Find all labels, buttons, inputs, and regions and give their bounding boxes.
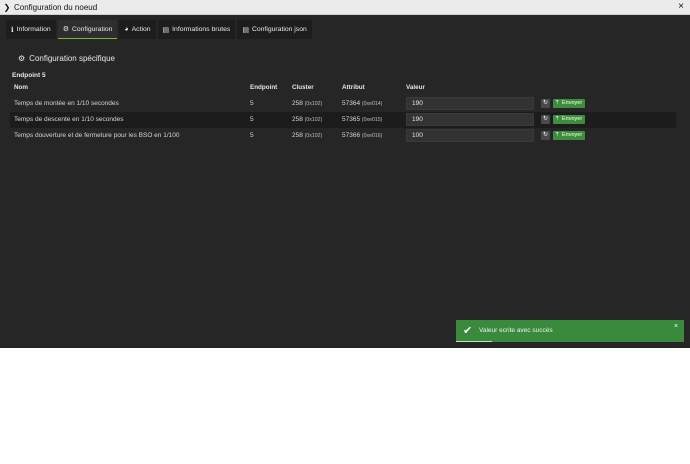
row-nom: Temps de descente en 1/10 secondes <box>14 116 124 123</box>
header-cluster: Cluster <box>292 84 314 91</box>
config-dialog: ❯ Configuration du noeud × ℹ Information… <box>0 0 690 348</box>
cluster-value: 258 <box>292 116 303 123</box>
dialog-title: Configuration du noeud <box>14 2 98 12</box>
check-icon: ✔ <box>463 325 473 337</box>
list-icon: ▤ <box>162 26 170 34</box>
send-button[interactable]: ⤒ Envoyer <box>553 131 586 140</box>
close-icon[interactable]: × <box>678 1 684 12</box>
row-endpoint: 5 <box>250 100 254 107</box>
upload-icon: ⤒ <box>556 116 559 122</box>
chevron-right-icon[interactable]: ❯ <box>3 3 11 12</box>
toast-message: Valeur ecrite avec succès <box>479 327 553 334</box>
section-title-text: Configuration spécifique <box>29 54 116 63</box>
tab-configuration-json[interactable]: ▤ Configuration json <box>237 20 312 39</box>
send-button[interactable]: ⤒ Envoyer <box>553 115 586 124</box>
tab-label: Informations brutes <box>172 26 231 33</box>
valeur-input[interactable]: 190 <box>406 113 534 126</box>
header-endpoint: Endpoint <box>250 84 278 91</box>
row-cluster: 258 (0x102) <box>292 132 322 139</box>
header-attribut: Attribut <box>342 84 365 91</box>
row-nom: Temps douverture et de fermeture pour le… <box>14 132 180 139</box>
table-row: Temps de montée en 1/10 secondes 5 258 (… <box>10 96 676 112</box>
row-endpoint: 5 <box>250 116 254 123</box>
info-icon: ℹ <box>11 26 14 34</box>
header-valeur: Valeur <box>406 84 425 91</box>
row-attribut: 57365 (0xe015) <box>342 116 382 123</box>
success-toast: ✔ Valeur ecrite avec succès × <box>456 320 684 342</box>
attribut-hex: (0xe014) <box>361 101 383 107</box>
close-icon[interactable]: × <box>674 323 678 330</box>
tab-action[interactable]: ◕ Action <box>119 20 156 39</box>
cluster-hex: (0x102) <box>304 117 323 123</box>
attribut-hex: (0xe016) <box>361 133 383 139</box>
table-row: Temps douverture et de fermeture pour le… <box>10 128 676 144</box>
cluster-value: 258 <box>292 132 303 139</box>
row-endpoint: 5 <box>250 132 254 139</box>
tab-information[interactable]: ℹ Information <box>6 20 56 39</box>
section-title: ⚙ Configuration spécifique <box>18 54 115 63</box>
refresh-icon: ↻ <box>542 100 549 106</box>
row-nom: Temps de montée en 1/10 secondes <box>14 100 119 107</box>
refresh-icon: ↻ <box>542 132 549 138</box>
refresh-button[interactable]: ↻ <box>541 131 550 140</box>
tab-bar: ℹ Information ⚙ Configuration ◕ Action ▤… <box>6 20 314 39</box>
tab-informations-brutes[interactable]: ▤ Informations brutes <box>157 20 236 39</box>
endpoint-label: Endpoint 5 <box>12 72 46 79</box>
attribut-value: 57365 <box>342 116 361 123</box>
row-attribut: 57364 (0xe014) <box>342 100 382 107</box>
table-row: Temps de descente en 1/10 secondes 5 258… <box>10 112 676 128</box>
tab-configuration[interactable]: ⚙ Configuration <box>57 20 118 39</box>
title-bar: ❯ Configuration du noeud × <box>0 0 690 15</box>
dashboard-icon: ◕ <box>124 26 129 33</box>
tab-label: Information <box>16 26 51 33</box>
gear-icon: ⚙ <box>62 26 69 33</box>
cluster-value: 258 <box>292 100 303 107</box>
list-icon: ▤ <box>242 26 249 34</box>
refresh-icon: ↻ <box>542 116 549 122</box>
send-label: Envoyer <box>561 132 583 138</box>
send-label: Envoyer <box>561 100 583 106</box>
send-label: Envoyer <box>561 116 583 122</box>
upload-icon: ⤒ <box>556 132 559 138</box>
refresh-button[interactable]: ↻ <box>541 99 550 108</box>
attribut-hex: (0xe015) <box>361 117 383 123</box>
upload-icon: ⤒ <box>556 100 559 106</box>
toast-progress <box>456 341 493 342</box>
row-cluster: 258 (0x102) <box>292 100 322 107</box>
cluster-hex: (0x102) <box>304 133 323 139</box>
attribut-value: 57364 <box>342 100 361 107</box>
tab-label: Action <box>131 26 151 33</box>
row-cluster: 258 (0x102) <box>292 116 322 123</box>
refresh-button[interactable]: ↻ <box>541 115 550 124</box>
tab-label: Configuration <box>71 25 113 33</box>
tab-label: Configuration json <box>251 26 307 33</box>
send-button[interactable]: ⤒ Envoyer <box>553 99 586 108</box>
row-attribut: 57366 (0xe016) <box>342 132 382 139</box>
gear-icon: ⚙ <box>18 54 26 63</box>
valeur-input[interactable]: 190 <box>406 97 534 110</box>
header-nom: Nom <box>14 84 28 91</box>
attribut-value: 57366 <box>342 132 361 139</box>
valeur-input[interactable]: 100 <box>406 129 534 142</box>
cluster-hex: (0x102) <box>304 101 323 107</box>
